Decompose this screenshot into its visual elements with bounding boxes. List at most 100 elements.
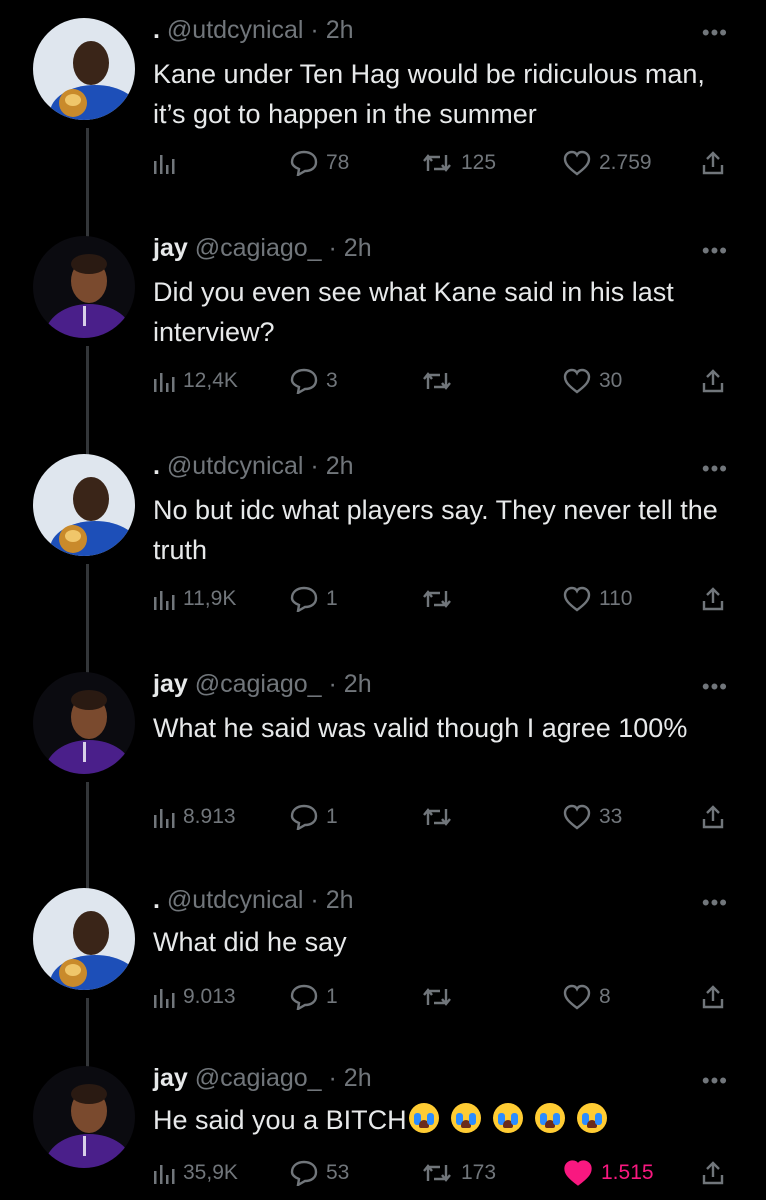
views-count: 12,4K <box>183 369 238 392</box>
display-name[interactable]: jay <box>153 234 188 262</box>
retweet-button[interactable] <box>421 364 453 398</box>
speech-bubble-icon <box>290 804 318 830</box>
like-button[interactable]: 30 <box>563 364 622 398</box>
share-button[interactable] <box>701 582 725 616</box>
share-upload-icon <box>701 1160 725 1186</box>
reply-button[interactable]: 1 <box>290 800 338 834</box>
views-count: 11,9K <box>183 587 237 610</box>
reply-button[interactable]: 3 <box>290 364 338 398</box>
speech-bubble-icon <box>290 1160 318 1186</box>
retweet-arrows-icon <box>421 1161 453 1185</box>
retweet-arrows-icon <box>421 805 453 829</box>
tweet-actions: 9.013 1 8 <box>153 980 728 1014</box>
retweet-count: 173 <box>461 1161 497 1184</box>
like-count: 1.515 <box>601 1161 654 1184</box>
views-button[interactable]: 11,9K <box>153 582 236 616</box>
views-button[interactable]: 8.913 <box>153 800 236 834</box>
tweet-3[interactable]: . @utdcynical · 2h ••• No but idc what p… <box>0 452 766 674</box>
loudly-crying-emoji-icon <box>492 1103 523 1133</box>
user-handle[interactable]: @utdcynical <box>167 886 304 914</box>
retweet-arrows-icon <box>421 587 453 611</box>
reply-button[interactable]: 1 <box>290 582 338 616</box>
reply-button[interactable]: 1 <box>290 980 338 1014</box>
share-button[interactable] <box>701 980 725 1014</box>
avatar-cagiago[interactable] <box>33 1066 135 1168</box>
share-button[interactable] <box>701 364 725 398</box>
tweet-header: jay @cagiago_ · 2h <box>153 1064 372 1093</box>
loudly-crying-emoji-icon <box>450 1103 481 1133</box>
loudly-crying-emoji-icon <box>534 1103 565 1133</box>
timestamp[interactable]: · 2h <box>329 234 372 262</box>
retweet-button[interactable] <box>421 800 453 834</box>
like-count: 2.759 <box>599 151 652 174</box>
timestamp[interactable]: · 2h <box>329 670 372 698</box>
views-count: 9.013 <box>183 985 236 1008</box>
bar-chart-icon <box>153 805 175 829</box>
retweet-arrows-icon <box>421 985 453 1009</box>
avatar-cagiago[interactable] <box>33 236 135 338</box>
reply-count: 1 <box>326 805 338 828</box>
views-count: 35,9K <box>183 1161 238 1184</box>
reply-count: 53 <box>326 1161 350 1184</box>
retweet-button[interactable] <box>421 582 453 616</box>
ellipsis-icon[interactable]: ••• <box>702 1068 728 1094</box>
tweet-text: What did he say <box>153 927 347 957</box>
like-button[interactable]: 1.515 <box>563 1156 654 1190</box>
user-handle[interactable]: @cagiago_ <box>195 1064 322 1092</box>
avatar-cagiago[interactable] <box>33 672 135 774</box>
ellipsis-icon[interactable]: ••• <box>702 674 728 700</box>
display-name[interactable]: . <box>153 886 160 914</box>
views-button[interactable] <box>153 146 175 180</box>
heart-icon <box>563 368 591 394</box>
like-count: 8 <box>599 985 611 1008</box>
timestamp[interactable]: · 2h <box>310 16 353 44</box>
reply-button[interactable]: 78 <box>290 146 349 180</box>
like-button[interactable]: 2.759 <box>563 146 652 180</box>
display-name[interactable]: . <box>153 452 160 480</box>
display-name[interactable]: jay <box>153 1064 188 1092</box>
views-button[interactable]: 12,4K <box>153 364 238 398</box>
like-button[interactable]: 110 <box>563 582 632 616</box>
avatar-utdcynical[interactable] <box>33 454 135 556</box>
display-name[interactable]: jay <box>153 670 188 698</box>
tweet-1[interactable]: . @utdcynical · 2h ••• Kane under Ten Ha… <box>0 16 766 238</box>
heart-icon <box>563 804 591 830</box>
user-handle[interactable]: @utdcynical <box>167 16 304 44</box>
like-button[interactable]: 8 <box>563 980 611 1014</box>
tweet-5[interactable]: . @utdcynical · 2h ••• What did he say 9… <box>0 886 766 1068</box>
timestamp[interactable]: · 2h <box>329 1064 372 1092</box>
share-button[interactable] <box>701 146 725 180</box>
timestamp[interactable]: · 2h <box>310 886 353 914</box>
retweet-button[interactable] <box>421 980 453 1014</box>
tweet-6[interactable]: jay @cagiago_ · 2h ••• He said you a BIT… <box>0 1064 766 1200</box>
views-button[interactable]: 35,9K <box>153 1156 238 1190</box>
ellipsis-icon[interactable]: ••• <box>702 890 728 916</box>
display-name[interactable]: . <box>153 16 160 44</box>
tweet-text-content: He said you a BITCH <box>153 1105 407 1135</box>
share-upload-icon <box>701 804 725 830</box>
user-handle[interactable]: @cagiago_ <box>195 670 322 698</box>
timestamp[interactable]: · 2h <box>310 452 353 480</box>
avatar-utdcynical[interactable] <box>33 18 135 120</box>
speech-bubble-icon <box>290 586 318 612</box>
tweet-4[interactable]: jay @cagiago_ · 2h ••• What he said was … <box>0 670 766 892</box>
avatar-utdcynical[interactable] <box>33 888 135 990</box>
share-button[interactable] <box>701 1156 725 1190</box>
thread-line <box>86 998 89 1068</box>
thread-line <box>86 346 89 456</box>
ellipsis-icon[interactable]: ••• <box>702 238 728 264</box>
views-button[interactable]: 9.013 <box>153 980 236 1014</box>
reply-button[interactable]: 53 <box>290 1156 349 1190</box>
user-handle[interactable]: @cagiago_ <box>195 234 322 262</box>
retweet-button[interactable]: 125 <box>421 146 496 180</box>
user-handle[interactable]: @utdcynical <box>167 452 304 480</box>
share-upload-icon <box>701 150 725 176</box>
ellipsis-icon[interactable]: ••• <box>702 20 728 46</box>
bar-chart-icon <box>153 369 175 393</box>
tweet-actions: 78 125 2.759 <box>153 146 728 180</box>
like-button[interactable]: 33 <box>563 800 622 834</box>
retweet-button[interactable]: 173 <box>421 1156 496 1190</box>
ellipsis-icon[interactable]: ••• <box>702 456 728 482</box>
share-button[interactable] <box>701 800 725 834</box>
tweet-2[interactable]: jay @cagiago_ · 2h ••• Did you even see … <box>0 234 766 456</box>
